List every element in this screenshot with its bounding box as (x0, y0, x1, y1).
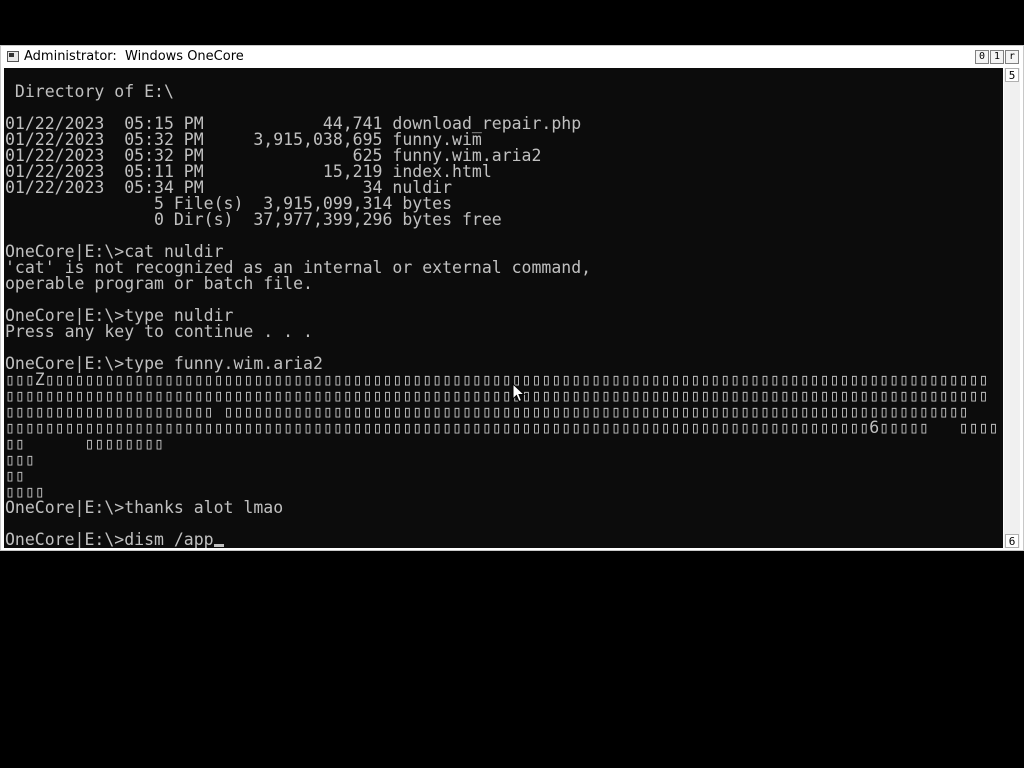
desktop-background: Administrator: Windows OneCore 0 1 r Dir… (0, 0, 1024, 768)
window-title: Administrator: Windows OneCore (24, 49, 244, 64)
console-line: operable program or batch file. (5, 274, 313, 293)
console-output[interactable]: Directory of E:\ 01/22/2023 05:15 PM 44,… (4, 68, 1003, 548)
console-line: Press any key to continue . . . (5, 322, 313, 341)
mouse-pointer-icon (512, 383, 526, 403)
minimize-button[interactable]: 0 (975, 50, 989, 64)
scroll-up-button[interactable]: 5 (1005, 68, 1019, 82)
vertical-scrollbar[interactable]: 5 6 (1004, 68, 1020, 548)
console-line: 0 Dir(s) 37,977,399,296 bytes free (5, 210, 502, 229)
scroll-down-button[interactable]: 6 (1005, 534, 1019, 548)
console-line: OneCore|E:\>thanks alot lmao (5, 498, 284, 517)
title-bar[interactable]: Administrator: Windows OneCore 0 1 r (3, 47, 1021, 67)
maximize-button[interactable]: 1 (990, 50, 1004, 64)
close-button[interactable]: r (1005, 50, 1019, 64)
console-prompt-line[interactable]: OneCore|E:\>dism /app (5, 530, 224, 548)
console-line: Directory of E:\ (5, 82, 174, 101)
window-controls: 0 1 r (975, 50, 1019, 64)
current-command-input[interactable]: OneCore|E:\>dism /app (5, 530, 214, 548)
text-cursor (213, 544, 224, 547)
console-window[interactable]: Administrator: Windows OneCore 0 1 r Dir… (0, 45, 1024, 551)
console-app-icon[interactable] (7, 51, 19, 62)
